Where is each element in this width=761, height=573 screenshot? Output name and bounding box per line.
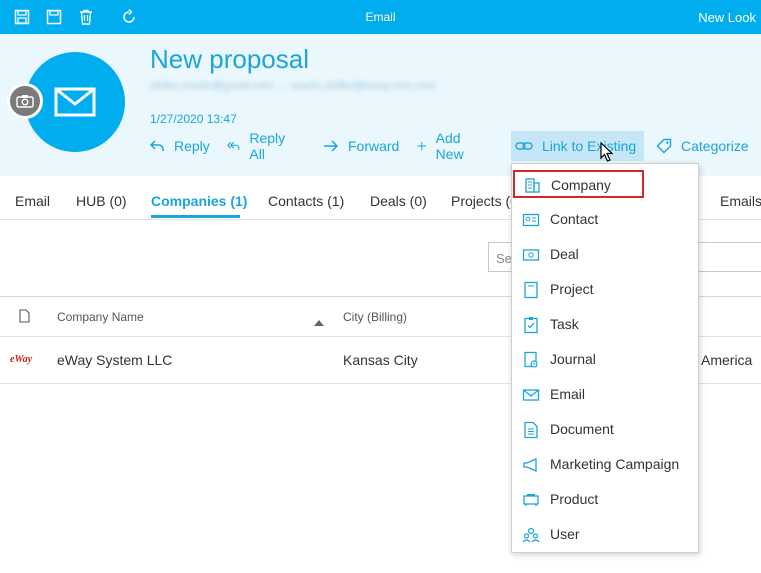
journal-icon (524, 351, 538, 368)
company-icon (525, 178, 540, 193)
column-city-billing[interactable]: City (Billing) (343, 310, 407, 324)
sort-ascending-icon[interactable] (314, 313, 324, 329)
link-icon (515, 142, 533, 150)
document-icon (524, 421, 538, 439)
tab-companies[interactable]: Companies (1) (151, 193, 247, 209)
company-logo: eWay (10, 354, 33, 365)
add-new-button[interactable]: Add New (413, 130, 474, 162)
user-icon (522, 527, 540, 543)
menu-item-task[interactable]: Task (512, 307, 698, 342)
tab-deals[interactable]: Deals (0) (370, 193, 427, 209)
email-header: New proposal zlefko.martin@gmail.com → m… (0, 34, 761, 176)
product-icon (523, 494, 539, 506)
search-placeholder: Se (496, 251, 512, 266)
mouse-cursor-icon (600, 142, 614, 162)
add-new-label: Add New (435, 130, 464, 162)
deal-icon (522, 249, 540, 261)
city-cell: Kansas City (343, 352, 418, 368)
marketing-campaign-icon (523, 457, 537, 473)
reply-label: Reply (174, 138, 210, 154)
tab-contacts[interactable]: Contacts (1) (268, 193, 344, 209)
camera-icon[interactable] (7, 83, 43, 119)
reply-icon (149, 140, 164, 151)
reply-all-icon (227, 141, 240, 150)
menu-item-company[interactable]: Company (513, 170, 644, 198)
link-to-existing-label: Link to Existing (542, 138, 637, 154)
active-tab-indicator (151, 215, 240, 218)
menu-item-project[interactable]: Project (512, 272, 698, 307)
email-addresses: zlefko.martin@gmail.com → martin.zlefko@… (150, 80, 436, 92)
title-bar: Email New Look (0, 0, 761, 34)
tag-icon (656, 138, 672, 154)
menu-item-product[interactable]: Product (512, 482, 698, 517)
reply-all-label: Reply All (249, 130, 286, 162)
email-subject: New proposal (150, 44, 309, 74)
tab-hub[interactable]: HUB (0) (76, 193, 127, 209)
forward-button[interactable]: Forward (319, 131, 403, 161)
categorize-label: Categorize (681, 138, 749, 154)
categorize-button[interactable]: Categorize (652, 131, 753, 161)
envelope-icon (54, 87, 96, 117)
task-icon (524, 317, 538, 334)
contact-icon (522, 213, 540, 227)
reply-button[interactable]: Reply (145, 131, 214, 161)
document-column-icon (19, 309, 30, 326)
menu-item-deal[interactable]: Deal (512, 237, 698, 272)
tab-email[interactable]: Email (15, 193, 50, 209)
link-to-existing-menu: Company Contact Deal Project Task Journa… (511, 163, 699, 553)
email-icon (522, 389, 540, 401)
menu-item-document[interactable]: Document (512, 412, 698, 447)
tab-emails[interactable]: Emails (720, 193, 761, 209)
email-date: 1/27/2020 13:47 (150, 112, 237, 126)
column-company-name[interactable]: Company Name (57, 310, 144, 324)
forward-icon (324, 140, 339, 152)
window-title: Email (365, 10, 396, 24)
company-name-cell: eWay System LLC (57, 352, 173, 368)
plus-icon (417, 141, 427, 151)
country-cell: America (701, 352, 753, 368)
reply-all-button[interactable]: Reply All (223, 130, 294, 162)
new-look-toggle[interactable]: New Look (698, 10, 756, 25)
menu-item-email[interactable]: Email (512, 377, 698, 412)
link-to-existing-button[interactable]: Link to Existing (511, 131, 644, 161)
project-icon (524, 281, 538, 299)
menu-item-marketing-campaign[interactable]: Marketing Campaign (512, 447, 698, 482)
menu-item-user[interactable]: User (512, 517, 698, 552)
menu-item-journal[interactable]: Journal (512, 342, 698, 377)
forward-label: Forward (348, 138, 400, 154)
menu-item-contact[interactable]: Contact (512, 202, 698, 237)
